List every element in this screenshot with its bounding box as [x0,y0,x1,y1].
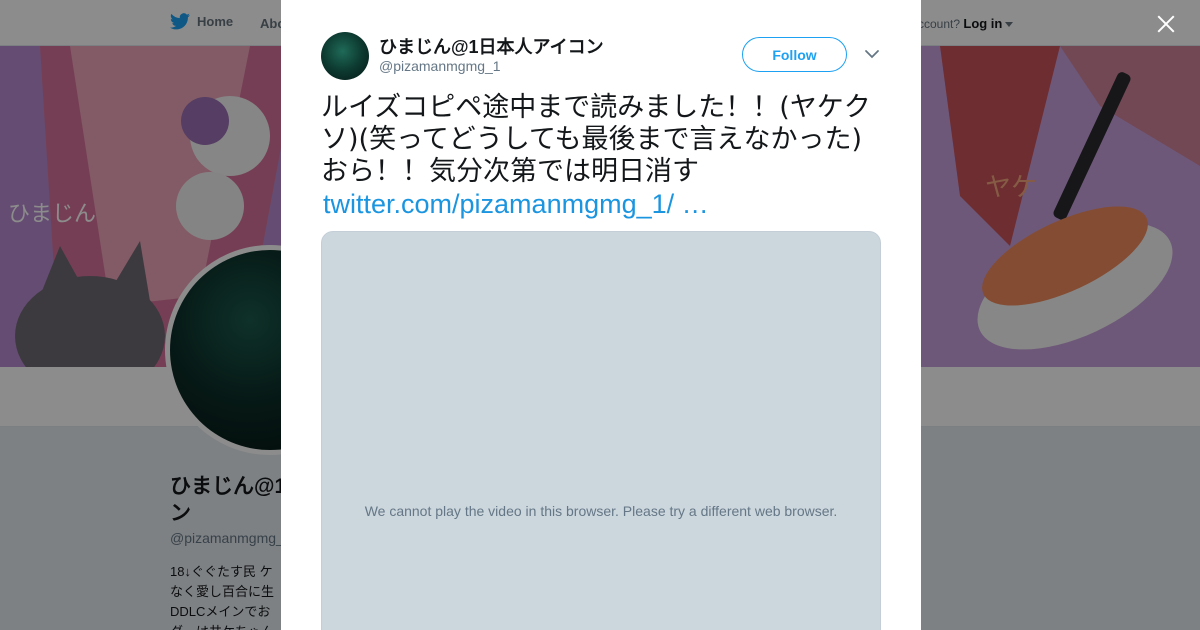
tweet-link[interactable]: twitter.com/pizamanmgmg_1/ … [323,188,709,220]
close-icon[interactable] [1152,10,1180,38]
video-player[interactable]: We cannot play the video in this browser… [321,231,881,630]
author-avatar[interactable] [321,32,369,80]
follow-button[interactable]: Follow [742,37,847,72]
tweet-modal: ひまじん@1日本人アイコン @pizamanmgmg_1 Follow ルイズコ… [281,0,921,630]
video-unsupported-message: We cannot play the video in this browser… [364,503,838,519]
tweet-text: ルイズコピペ途中まで読みました！！(ヤケクソ)(笑ってどうしても最後まで言えなか… [321,92,871,187]
author-name[interactable]: ひまじん@1日本人アイコン [379,33,604,59]
chevron-down-icon[interactable] [864,46,880,62]
author-handle[interactable]: @pizamanmgmg_1 [379,58,501,74]
